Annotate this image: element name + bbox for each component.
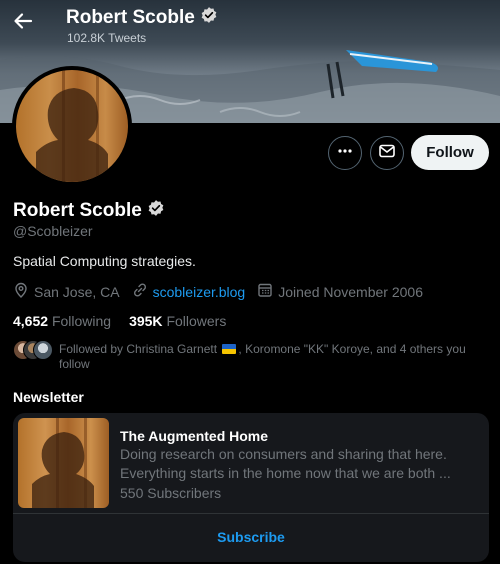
link-icon bbox=[132, 282, 148, 301]
profile-name-row: Robert Scoble bbox=[13, 199, 165, 223]
calendar-icon bbox=[257, 282, 273, 301]
verified-badge-icon bbox=[200, 6, 218, 30]
follow-button[interactable]: Follow bbox=[411, 135, 489, 170]
following-label: Following bbox=[51, 313, 112, 329]
mail-icon bbox=[378, 142, 396, 165]
top-bar: Robert Scoble 102.8K Tweets bbox=[0, 0, 500, 50]
newsletter-image bbox=[18, 418, 109, 508]
newsletter-title: The Augmented Home bbox=[120, 428, 269, 444]
followers-number: 395K bbox=[129, 313, 163, 329]
header-tweet-count: 102.8K Tweets bbox=[67, 31, 147, 45]
profile-meta: San Jose, CA scobleizer.blog Joined Nove… bbox=[13, 282, 435, 301]
joined-item: Joined November 2006 bbox=[257, 282, 423, 301]
avatar[interactable] bbox=[12, 66, 132, 186]
arrow-left-icon bbox=[13, 11, 33, 36]
followed-by-text[interactable]: Followed by Christina Garnett , Koromone… bbox=[59, 342, 479, 372]
newsletter-description: Doing research on consumers and sharing … bbox=[120, 446, 451, 481]
newsletter-section-title: Newsletter bbox=[13, 389, 84, 405]
more-icon bbox=[337, 143, 353, 164]
location-icon bbox=[13, 282, 29, 301]
following-number: 4,652 bbox=[13, 313, 49, 329]
followers-label: Followers bbox=[166, 313, 227, 329]
location-item: San Jose, CA bbox=[13, 282, 120, 301]
profile-name: Robert Scoble bbox=[13, 200, 142, 221]
verified-badge-icon bbox=[147, 199, 165, 223]
avatar bbox=[33, 340, 53, 360]
newsletter-subscribers: 550 Subscribers bbox=[120, 485, 222, 501]
following-count[interactable]: 4,652 Following bbox=[13, 313, 111, 329]
profile-handle: @Scobleizer bbox=[13, 223, 93, 239]
newsletter-card[interactable]: The Augmented Home Doing research on con… bbox=[13, 413, 489, 562]
followed-by-prefix: Followed by Christina Garnett bbox=[59, 342, 218, 356]
header-title: Robert Scoble bbox=[66, 7, 195, 28]
followed-by-avatars[interactable] bbox=[13, 340, 53, 360]
follow-counts: 4,652 Following 395K Followers bbox=[13, 313, 244, 329]
website-item[interactable]: scobleizer.blog bbox=[132, 282, 246, 301]
followers-count[interactable]: 395K Followers bbox=[129, 313, 226, 329]
back-button[interactable] bbox=[8, 8, 38, 38]
message-button[interactable] bbox=[370, 136, 404, 170]
joined-text: Joined November 2006 bbox=[278, 283, 423, 300]
subscribe-button[interactable]: Subscribe bbox=[13, 529, 489, 545]
ukraine-flag-icon bbox=[222, 344, 237, 354]
profile-bio: Spatial Computing strategies. bbox=[13, 253, 196, 269]
more-button[interactable] bbox=[328, 136, 362, 170]
website-link[interactable]: scobleizer.blog bbox=[153, 284, 246, 300]
divider bbox=[13, 513, 489, 514]
location-text: San Jose, CA bbox=[34, 283, 120, 300]
header-title-row: Robert Scoble bbox=[66, 6, 218, 30]
